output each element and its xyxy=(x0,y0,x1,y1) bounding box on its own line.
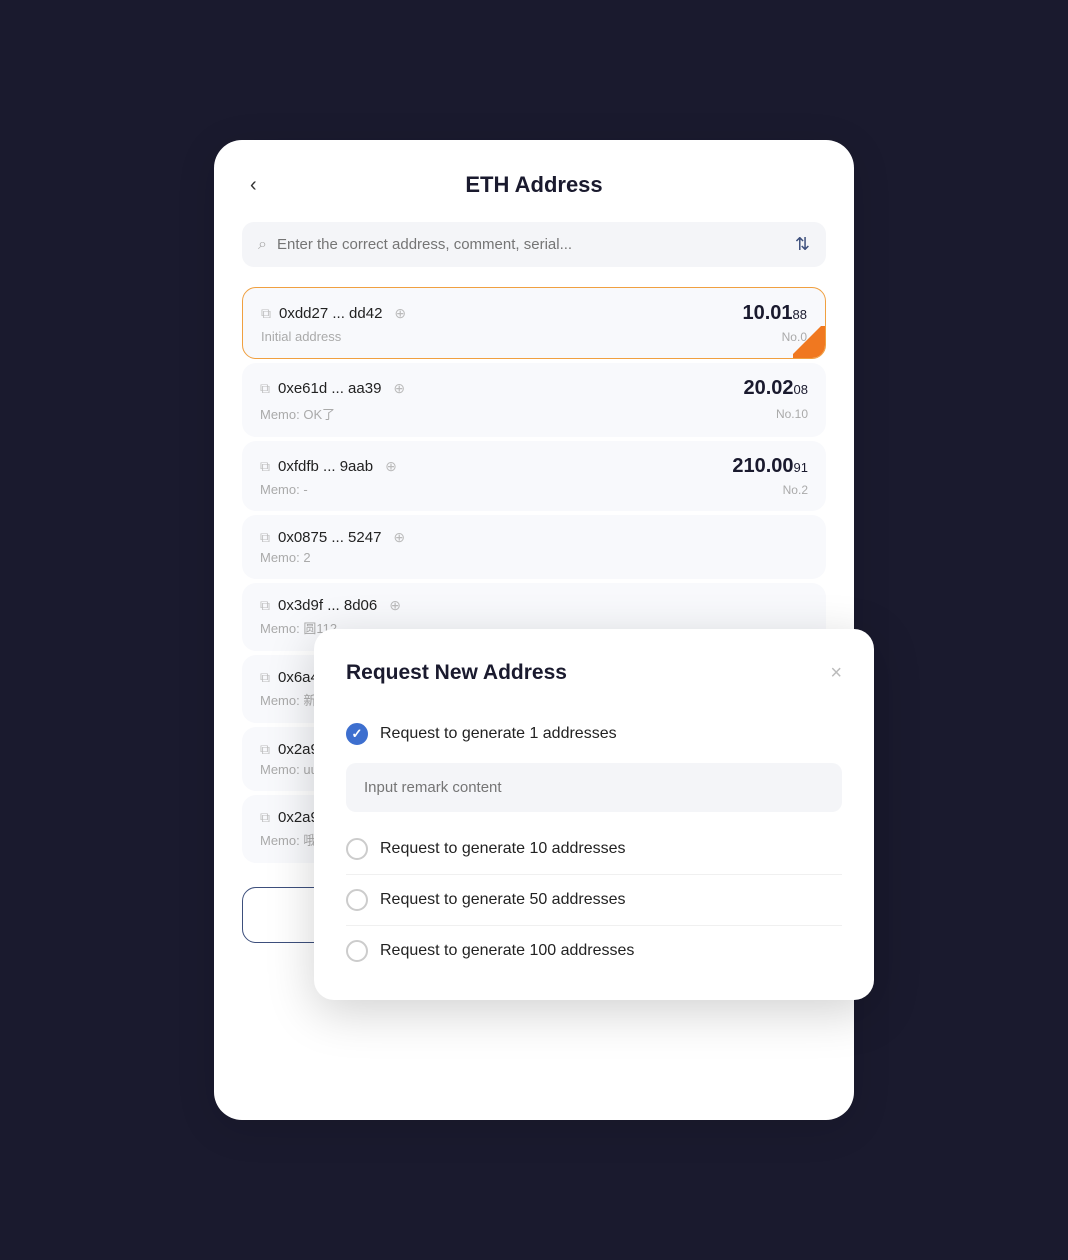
page-title: ETH Address xyxy=(465,172,602,198)
modal-header: Request New Address × xyxy=(346,661,842,685)
address-text: 0x3d9f ... 8d06 xyxy=(278,597,377,614)
address-text: 0xe61d ... aa39 xyxy=(278,380,381,397)
orange-corner xyxy=(793,326,825,358)
address-item[interactable]: ⧉ 0xdd27 ... dd42 ⊕ 10.0188 Initial addr… xyxy=(242,287,826,359)
modal-card: Request New Address × Request to generat… xyxy=(314,629,874,1000)
radio-label: Request to generate 1 addresses xyxy=(380,725,617,743)
address-item[interactable]: ⧉ 0xfdfb ... 9aab ⊕ 210.0091 Memo: - No.… xyxy=(242,441,826,511)
radio-circle xyxy=(346,838,368,860)
radio-option[interactable]: Request to generate 50 addresses xyxy=(346,879,842,921)
radio-label: Request to generate 100 addresses xyxy=(380,942,634,960)
radio-label: Request to generate 10 addresses xyxy=(380,840,626,858)
radio-option[interactable]: Request to generate 1 addresses xyxy=(346,713,842,755)
main-card: ‹ ETH Address ⌕ ⇅ ⧉ 0xdd27 ... dd42 ⊕ 10… xyxy=(214,140,854,1120)
radio-option[interactable]: Request to generate 100 addresses xyxy=(346,930,842,972)
memo-text: Memo: OK了 xyxy=(260,404,335,423)
memo-text: Memo: uu xyxy=(260,762,318,777)
search-addr-icon[interactable]: ⊕ xyxy=(393,380,405,397)
address-text: 0xfdfb ... 9aab xyxy=(278,458,373,475)
copy-icon[interactable]: ⧉ xyxy=(260,809,270,826)
radio-circle xyxy=(346,723,368,745)
amount: 20.0208 xyxy=(743,377,808,400)
divider xyxy=(346,874,842,875)
address-item[interactable]: ⧉ 0x0875 ... 5247 ⊕ Memo: 2 xyxy=(242,515,826,579)
address-item[interactable]: ⧉ 0xe61d ... aa39 ⊕ 20.0208 Memo: OK了 No… xyxy=(242,363,826,437)
copy-icon[interactable]: ⧉ xyxy=(261,305,271,322)
amount: 210.0091 xyxy=(732,455,808,478)
search-addr-icon[interactable]: ⊕ xyxy=(389,597,401,614)
modal-options: Request to generate 1 addresses Request … xyxy=(346,713,842,972)
filter-icon[interactable]: ⇅ xyxy=(795,234,810,255)
radio-label: Request to generate 50 addresses xyxy=(380,891,626,909)
search-bar: ⌕ ⇅ xyxy=(242,222,826,267)
copy-icon[interactable]: ⧉ xyxy=(260,597,270,614)
amount: 10.0188 xyxy=(742,302,807,325)
copy-icon[interactable]: ⧉ xyxy=(260,741,270,758)
address-text: 0xdd27 ... dd42 xyxy=(279,305,382,322)
no-badge: No.2 xyxy=(783,483,808,497)
memo-text: Memo: - xyxy=(260,482,308,497)
search-addr-icon[interactable]: ⊕ xyxy=(394,305,406,322)
back-button[interactable]: ‹ xyxy=(242,170,265,201)
copy-icon[interactable]: ⧉ xyxy=(260,669,270,686)
search-addr-icon[interactable]: ⊕ xyxy=(385,458,397,475)
modal-close-button[interactable]: × xyxy=(830,662,842,685)
radio-circle xyxy=(346,889,368,911)
modal-title: Request New Address xyxy=(346,661,567,685)
copy-icon[interactable]: ⧉ xyxy=(260,380,270,397)
memo-text: Initial address xyxy=(261,329,341,344)
radio-option[interactable]: Request to generate 10 addresses xyxy=(346,828,842,870)
address-text: 0x0875 ... 5247 xyxy=(278,529,381,546)
remark-input[interactable] xyxy=(346,763,842,812)
search-icon: ⌕ xyxy=(258,236,267,254)
search-addr-icon[interactable]: ⊕ xyxy=(393,529,405,546)
header: ‹ ETH Address xyxy=(242,172,826,198)
copy-icon[interactable]: ⧉ xyxy=(260,529,270,546)
no-badge: No.10 xyxy=(776,407,808,421)
copy-icon[interactable]: ⧉ xyxy=(260,458,270,475)
search-input[interactable] xyxy=(277,236,785,253)
memo-text: Memo: 2 xyxy=(260,550,311,565)
divider xyxy=(346,925,842,926)
radio-circle xyxy=(346,940,368,962)
